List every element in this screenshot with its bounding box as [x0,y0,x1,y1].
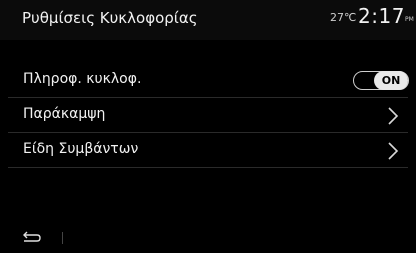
event-types-row[interactable]: Είδη Συμβάντων [8,133,408,168]
bottom-divider [62,232,63,244]
temperature-readout: 27℃ [330,11,357,24]
clock-time: 2:17 [358,4,405,28]
traffic-settings-screen: Ρυθμίσεις Κυκλοφορίας 27℃ 2:17 PM Πληροφ… [0,0,416,253]
traffic-info-toggle[interactable]: ON [353,71,409,90]
traffic-info-label: Πληροφ. κυκλοφ. [23,71,142,87]
page-title: Ρυθμίσεις Κυκλοφορίας [22,9,198,27]
toggle-state-label: ON [374,71,408,90]
event-types-label: Είδη Συμβάντων [23,141,139,157]
traffic-info-row[interactable]: Πληροφ. κυκλοφ. ON [8,63,409,98]
back-arrow-icon[interactable] [22,230,42,244]
clock-ampm: PM [405,16,414,23]
chevron-right-icon [388,107,399,125]
detour-label: Παράκαμψη [23,106,106,122]
bottom-bar [0,220,416,253]
chevron-right-icon [388,142,399,160]
header-bar: Ρυθμίσεις Κυκλοφορίας 27℃ 2:17 PM [0,0,416,40]
detour-row[interactable]: Παράκαμψη [8,98,408,133]
